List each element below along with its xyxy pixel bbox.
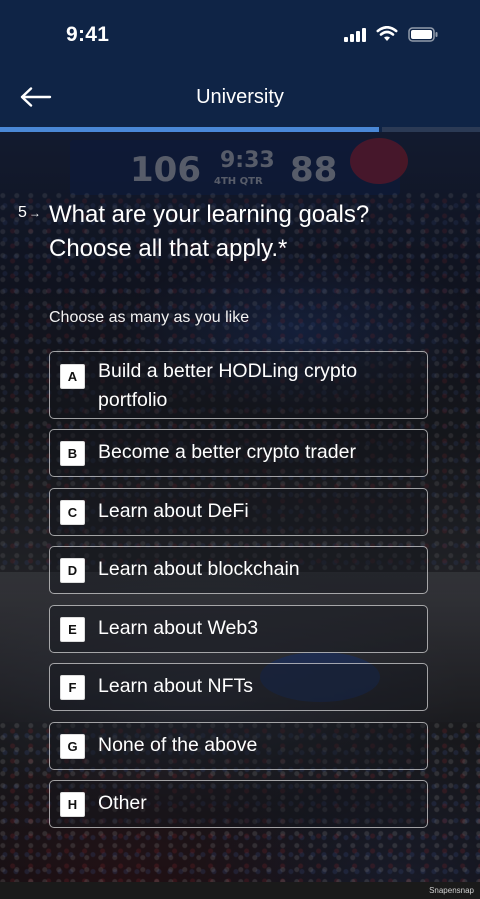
question-text-line-2: Choose all that apply.* (49, 235, 288, 262)
option-c[interactable]: C Learn about DeFi (49, 488, 428, 536)
option-h[interactable]: H Other (49, 780, 428, 828)
option-label-b: Become a better crypto trader (98, 441, 356, 463)
option-key-c: C (60, 500, 85, 525)
option-label-a-line-2: portfolio (98, 389, 168, 411)
option-key-e: E (60, 617, 85, 642)
option-b[interactable]: B Become a better crypto trader (49, 429, 428, 477)
option-key-h: H (60, 792, 85, 817)
page-title: University (196, 86, 284, 108)
question-text-line-1: What are your learning goals? (49, 201, 370, 228)
option-d[interactable]: D Learn about blockchain (49, 546, 428, 594)
navigation-bar: University (0, 72, 480, 124)
option-f[interactable]: F Learn about NFTs (49, 663, 428, 711)
battery-icon (408, 26, 438, 42)
option-key-b: B (60, 441, 85, 466)
option-label-c: Learn about DeFi (98, 500, 249, 522)
option-a[interactable]: A Build a better HODLing crypto portfoli… (49, 351, 428, 419)
option-label-e: Learn about Web3 (98, 617, 259, 639)
wifi-icon (376, 26, 398, 42)
watermark: Snapensnap (429, 886, 474, 895)
question-hint: Choose as many as you like (49, 309, 250, 326)
option-label-d: Learn about blockchain (98, 558, 300, 580)
option-label-h: Other (98, 792, 147, 814)
option-key-g: G (60, 734, 85, 759)
cellular-signal-icon (344, 26, 366, 42)
option-key-f: F (60, 675, 85, 700)
status-icons (344, 26, 438, 42)
question-number-value: 5 (18, 204, 27, 221)
status-bar: 9:41 (0, 0, 480, 70)
app-header: 9:41 University (0, 0, 480, 127)
status-time: 9:41 (66, 23, 110, 46)
option-label-a-line-1: Build a better HODLing crypto (98, 360, 358, 382)
option-label-f: Learn about NFTs (98, 675, 254, 697)
bottom-strip (0, 882, 480, 899)
option-key-a: A (60, 364, 85, 389)
option-key-d: D (60, 558, 85, 583)
option-e[interactable]: E Learn about Web3 (49, 605, 428, 653)
question-arrow-icon: → (28, 206, 41, 220)
question-number: 5 → (18, 204, 41, 222)
option-label-a: Build a better HODLing crypto portfolio (98, 357, 413, 415)
option-g[interactable]: G None of the above (49, 722, 428, 770)
question-text: What are your learning goals? Choose all… (49, 198, 449, 266)
option-label-g: None of the above (98, 734, 258, 756)
